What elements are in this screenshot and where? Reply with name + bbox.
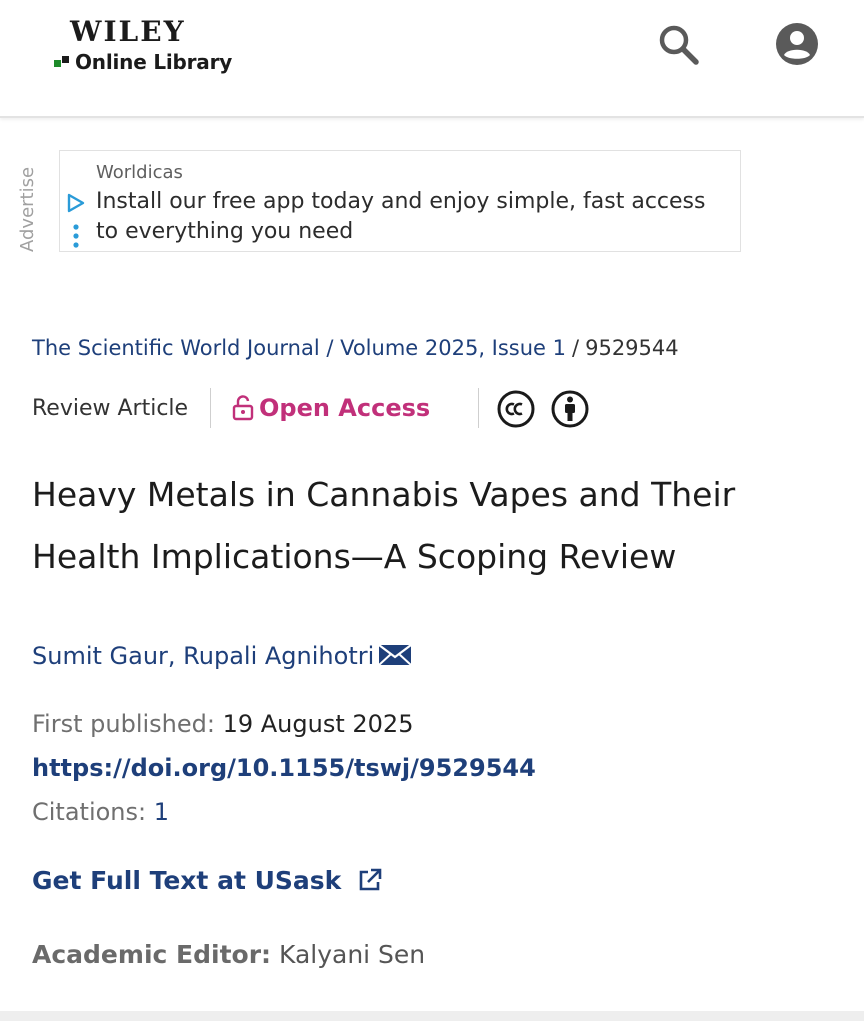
academic-editor-name: Kalyani Sen [278, 940, 426, 969]
open-lock-icon [232, 395, 254, 421]
wiley-online-library-logo[interactable]: WILEY Online Library [54, 16, 232, 74]
breadcrumb-article-id: 9529544 [585, 336, 679, 360]
logo-online-library-text: Online Library [75, 50, 233, 74]
article-title: Heavy Metals in Cannabis Vapes and Their… [32, 475, 736, 576]
full-text-link[interactable]: Get Full Text at USask [32, 866, 383, 895]
academic-editor: Academic Editor: Kalyani Sen [32, 940, 425, 969]
citations: Citations: 1 [32, 798, 169, 826]
ad-text: Install our free app today and enjoy sim… [96, 189, 706, 244]
section-divider [0, 1011, 864, 1021]
article-authors: Sumit Gaur, Rupali Agnihotri [32, 642, 412, 670]
advertisement-banner[interactable]: Worldicas Install our free app today and… [59, 150, 741, 252]
logo-wiley-text: WILEY [70, 15, 186, 48]
ad-brand: Worldicas [96, 162, 183, 183]
divider [210, 388, 211, 428]
academic-editor-label: Academic Editor: [32, 940, 272, 969]
citations-count-link[interactable]: 1 [154, 798, 169, 826]
first-published-date: 19 August 2025 [222, 710, 414, 738]
citations-label: Citations: [32, 798, 147, 826]
ad-choices-icon[interactable] [66, 193, 86, 213]
site-header: WILEY Online Library [0, 0, 864, 118]
open-access-label: Open Access [259, 394, 431, 422]
external-link-icon[interactable] [357, 867, 383, 893]
doi-link[interactable]: https://doi.org/10.1155/tswj/9529544 [32, 754, 536, 782]
breadcrumb: The Scientific World Journal / Volume 20… [32, 336, 679, 360]
authors-links[interactable]: Sumit Gaur, Rupali Agnihotri [32, 642, 374, 670]
cc-by-icon[interactable] [550, 389, 590, 429]
divider [478, 388, 479, 428]
advertisement-side-label: Advertise [17, 166, 38, 252]
breadcrumb-separator: / [572, 336, 580, 360]
logo-subline: Online Library [54, 50, 232, 74]
logo-mark-icon [54, 56, 70, 68]
full-text-label[interactable]: Get Full Text at USask [32, 866, 341, 895]
article-meta-row: Review Article Open Access [32, 388, 652, 430]
breadcrumb-journal-link[interactable]: The Scientific World Journal / Volume 20… [32, 336, 566, 360]
first-published-label: First published: [32, 710, 215, 738]
cc-icon[interactable] [496, 389, 536, 429]
ad-more-options-icon[interactable] [70, 223, 82, 249]
search-icon[interactable] [654, 20, 702, 68]
account-icon[interactable] [773, 20, 821, 68]
envelope-icon[interactable] [378, 643, 412, 667]
first-published: First published: 19 August 2025 [32, 710, 413, 738]
article-type: Review Article [32, 396, 189, 421]
